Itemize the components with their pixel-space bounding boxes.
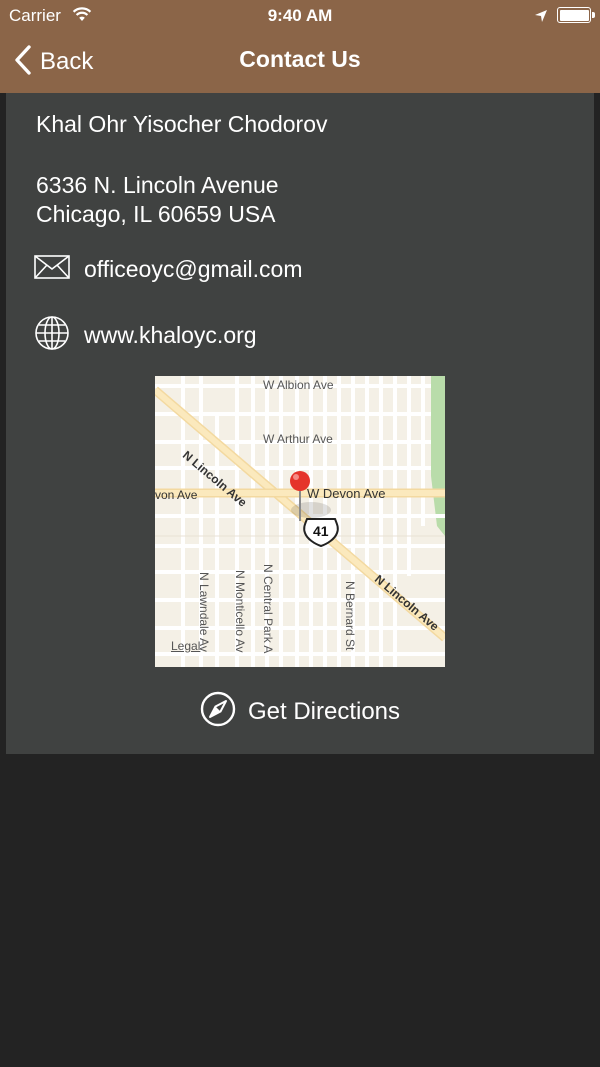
globe-icon [34,315,70,356]
address-line-2: Chicago, IL 60659 USA [36,201,276,227]
map-legal-link[interactable]: Legal [171,639,200,653]
map-label-devon-right: W Devon Ave [307,486,386,501]
status-bar: Carrier 9:40 AM [0,0,600,32]
map-label-albion: W Albion Ave [263,378,334,392]
get-directions-button[interactable]: Get Directions [6,691,594,732]
navigation-bar: Back Contact Us [0,32,600,93]
contact-card: Khal Ohr Yisocher Chodorov 6336 N. Linco… [6,93,594,754]
compass-icon [200,691,236,732]
website-row[interactable]: www.khaloyc.org [34,315,257,356]
app-header: Carrier 9:40 AM Back Contact Us [0,0,600,93]
address-line-1: 6336 N. Lincoln Avenue [36,172,279,198]
email-link[interactable]: officeoyc@gmail.com [84,256,303,283]
battery-icon [557,7,591,23]
map-label-central-park: N Central Park A [261,564,275,654]
clock: 9:40 AM [267,6,333,25]
location-arrow-icon [534,8,548,28]
route-shield-label: 41 [313,523,329,539]
email-row[interactable]: officeoyc@gmail.com [34,255,303,284]
address-block[interactable]: 6336 N. Lincoln Avenue Chicago, IL 60659… [36,171,279,229]
map-view[interactable]: W Albion Ave W Arthur Ave von Ave W Devo… [155,376,445,667]
map-label-bernard: N Bernard St [343,581,357,651]
map-label-arthur: W Arthur Ave [263,432,333,446]
map-label-devon-left: von Ave [155,488,198,502]
envelope-icon [34,255,70,284]
map-label-monticello: N Monticello Av [233,570,247,653]
organization-name: Khal Ohr Yisocher Chodorov [36,111,328,137]
get-directions-label: Get Directions [247,697,401,725]
battery-tip [592,12,595,18]
website-link[interactable]: www.khaloyc.org [84,322,257,349]
page-title: Contact Us [239,46,361,72]
